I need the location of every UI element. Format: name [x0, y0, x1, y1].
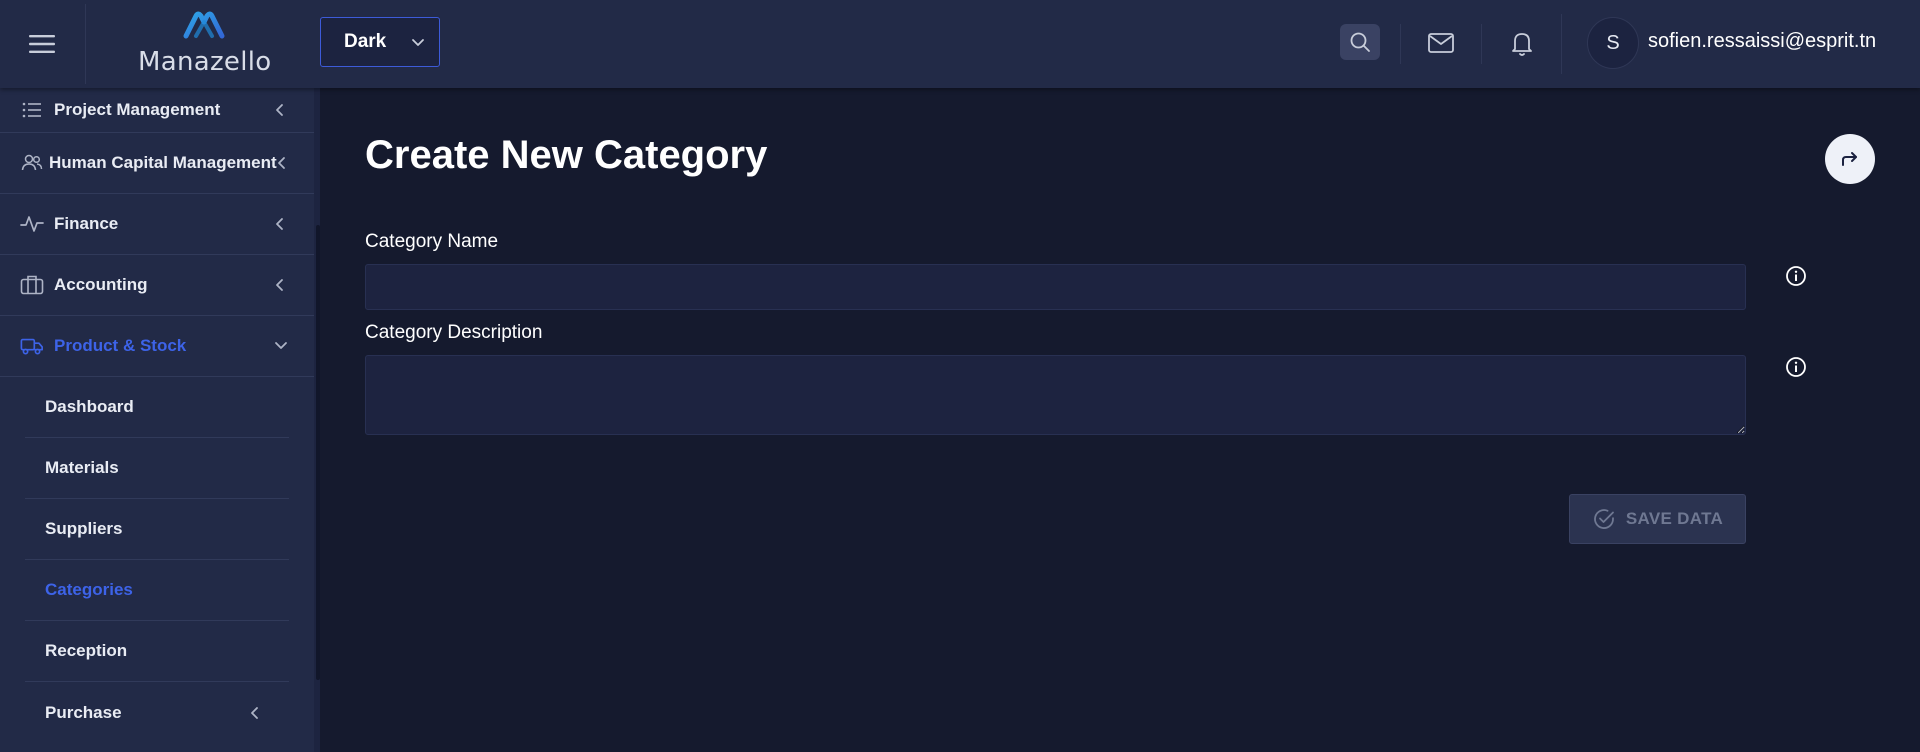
app-logo[interactable]: Manazello [138, 10, 272, 77]
save-button-label: SAVE DATA [1625, 509, 1724, 528]
sidebar-subitem-label: Materials [45, 458, 119, 477]
list-icon [20, 98, 44, 122]
category-description-textarea[interactable] [365, 355, 1746, 435]
back-button[interactable] [1825, 134, 1875, 184]
sidebar-subitem-categories[interactable]: Categories [25, 560, 289, 621]
sidebar-subitem-label: Categories [45, 580, 133, 599]
sidebar-subitem-label: Suppliers [45, 519, 123, 538]
divider [85, 4, 86, 84]
sidebar: Project Management Human Capital Managem… [0, 88, 314, 752]
page-title: Create New Category [365, 133, 768, 177]
sidebar-subitem-reception[interactable]: Reception [25, 621, 289, 682]
chevron-left-icon [251, 706, 258, 719]
search-icon [1350, 32, 1370, 52]
bell-icon [1512, 33, 1532, 56]
users-icon [20, 151, 44, 175]
sidebar-subitem-suppliers[interactable]: Suppliers [25, 499, 289, 560]
sidebar-item-accounting[interactable]: Accounting [0, 255, 314, 316]
notifications-button[interactable] [1502, 25, 1542, 61]
category-name-label: Category Name [365, 231, 499, 252]
user-email[interactable]: sofien.ressaissi@esprit.tn [1648, 30, 1876, 53]
chevron-down-icon [412, 39, 424, 46]
sidebar-item-label: Human Capital Management [49, 153, 277, 172]
divider [1400, 24, 1401, 64]
activity-icon [20, 212, 44, 236]
sidebar-item-human-capital[interactable]: Human Capital Management [0, 133, 314, 194]
logo-mark-icon [183, 11, 225, 39]
sidebar-subitem-label: Purchase [45, 702, 122, 722]
messages-button[interactable] [1421, 25, 1461, 61]
theme-select-value: Dark [344, 31, 387, 52]
sidebar-item-finance[interactable]: Finance [0, 194, 314, 255]
avatar[interactable]: S [1587, 17, 1639, 69]
sidebar-item-label: Finance [54, 214, 119, 233]
chevron-left-icon [276, 279, 283, 291]
category-description-label: Category Description [365, 322, 543, 343]
top-bar: Manazello Dark S sofien.ressaissi@esprit… [0, 0, 1920, 88]
sidebar-subitem-dashboard[interactable]: Dashboard [25, 377, 289, 438]
sidebar-subitem-materials[interactable]: Materials [25, 438, 289, 499]
sidebar-item-product-stock[interactable]: Product & Stock [0, 316, 314, 377]
divider [1561, 14, 1562, 74]
check-circle-icon [1594, 509, 1614, 529]
sidebar-subitem-purchase[interactable]: Purchase [25, 682, 289, 743]
theme-select[interactable]: Dark [320, 17, 440, 67]
chevron-left-icon [276, 104, 283, 116]
sidebar-item-project-management[interactable]: Project Management [0, 88, 314, 133]
mail-icon [1428, 33, 1454, 53]
info-icon[interactable] [1785, 265, 1807, 287]
info-icon[interactable] [1785, 356, 1807, 378]
search-button[interactable] [1340, 24, 1380, 60]
divider [1481, 24, 1482, 64]
chevron-left-icon [276, 218, 283, 230]
chevron-down-icon [275, 342, 287, 349]
sidebar-item-label: Product & Stock [54, 336, 187, 355]
forward-arrow-icon [1842, 152, 1857, 166]
sidebar-item-label: Project Management [54, 100, 221, 119]
hamburger-menu-button[interactable] [24, 26, 60, 62]
logo-text: Manazello [138, 47, 272, 77]
briefcase-icon [20, 273, 44, 297]
category-name-input[interactable] [365, 264, 1746, 310]
sidebar-subitem-label: Reception [45, 641, 128, 660]
chevron-left-icon [278, 157, 285, 169]
hamburger-icon [29, 35, 55, 53]
save-button[interactable]: SAVE DATA [1569, 494, 1746, 544]
sidebar-subitem-label: Dashboard [45, 397, 134, 416]
sidebar-item-label: Accounting [54, 275, 148, 294]
truck-icon [20, 334, 44, 358]
